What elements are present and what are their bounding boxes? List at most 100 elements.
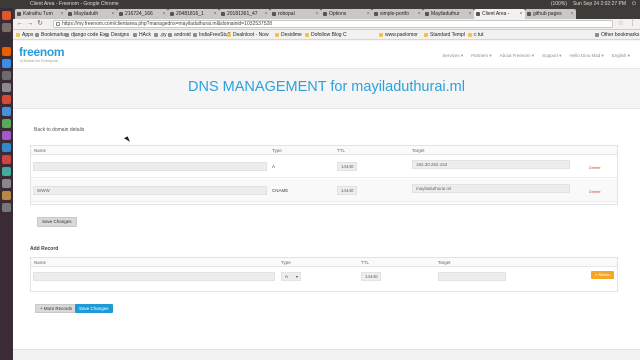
- browser-tab[interactable]: Client Area - ×: [474, 9, 525, 19]
- bookmark-item[interactable]: HAck: [133, 30, 151, 40]
- close-icon[interactable]: ×: [163, 9, 166, 19]
- bookmark-item[interactable]: django code Ex: [65, 30, 105, 40]
- close-icon[interactable]: ×: [469, 9, 472, 19]
- browser-tab[interactable]: github pages ×: [525, 9, 576, 19]
- favicon-icon: [425, 12, 429, 16]
- bookmark-item[interactable]: c tut: [468, 30, 483, 40]
- more-records-button[interactable]: + More Records: [35, 304, 78, 313]
- tab-label: 20181361_47: [227, 11, 258, 17]
- browser-tab[interactable]: 20481816_1 ×: [168, 9, 219, 19]
- bookmark-item[interactable]: .py: [154, 30, 167, 40]
- close-icon[interactable]: ×: [112, 9, 115, 19]
- bookmark-label: Bookmarks: [41, 32, 67, 38]
- bookmark-item[interactable]: Designs: [105, 30, 129, 40]
- new-record-target-field[interactable]: [438, 272, 506, 281]
- app-icon[interactable]: [2, 107, 11, 116]
- bookmark-icon: [16, 33, 20, 37]
- browser-tab[interactable]: Mayiladuth ×: [66, 9, 117, 19]
- record-target-field[interactable]: 192.30.252.153: [412, 160, 570, 169]
- bookmark-item[interactable]: Other bookmarks: [595, 30, 639, 40]
- bookmark-star-icon[interactable]: ☆: [618, 20, 624, 28]
- bookmark-icon: [424, 33, 428, 37]
- back-to-domain-link[interactable]: Back to domain details: [34, 127, 84, 133]
- bookmark-item[interactable]: Dealnloot - Now: [227, 30, 269, 40]
- bookmark-icon: [305, 33, 309, 37]
- save-changes-button[interactable]: Save Changes: [37, 217, 77, 227]
- new-record-name-field[interactable]: [33, 272, 275, 281]
- clock-indicator[interactable]: Sun Sep 24 2:02:27 PM: [573, 0, 626, 8]
- close-icon[interactable]: ×: [61, 9, 64, 19]
- editor-icon[interactable]: [2, 71, 11, 80]
- bookmark-item[interactable]: Bookmarks: [35, 30, 66, 40]
- nav-item[interactable]: Hello Dinu Mad ▾: [569, 53, 603, 59]
- nav-item[interactable]: About Freenom ▾: [500, 53, 535, 59]
- chrome-menu-icon[interactable]: ⋮: [629, 20, 636, 28]
- files-icon[interactable]: [2, 23, 11, 32]
- app-icon[interactable]: [2, 179, 11, 188]
- new-record-ttl-field[interactable]: 14440: [361, 272, 381, 281]
- bookmark-item[interactable]: www.paolomor: [379, 30, 418, 40]
- app-icon[interactable]: [2, 167, 11, 176]
- nav-item[interactable]: Partners ▾: [471, 53, 492, 59]
- nav-item[interactable]: Support ▾: [542, 53, 561, 59]
- close-icon[interactable]: ×: [316, 9, 319, 19]
- app-icon[interactable]: [2, 143, 11, 152]
- delete-link[interactable]: Delete: [589, 165, 601, 170]
- chrome-icon[interactable]: [2, 59, 11, 68]
- bookmark-item[interactable]: Dofollow Blog C: [305, 30, 347, 40]
- back-arrow-icon[interactable]: ←: [16, 20, 24, 28]
- freenom-logo[interactable]: freenom: [19, 45, 65, 59]
- browser-tab[interactable]: robopal ×: [270, 9, 321, 19]
- record-target-field[interactable]: mayiladuthurai.ml: [412, 184, 570, 193]
- address-bar[interactable]: https://my.freenom.com/clientarea.php?ma…: [53, 20, 613, 28]
- software-icon[interactable]: [2, 95, 11, 104]
- browser-tab[interactable]: Options ×: [321, 9, 372, 19]
- browser-tab[interactable]: 20181361_47 ×: [219, 9, 270, 19]
- close-icon[interactable]: ×: [571, 9, 574, 19]
- return-button[interactable]: × Return: [591, 271, 615, 279]
- folder-icon: [35, 33, 39, 37]
- app-icon[interactable]: [2, 155, 11, 164]
- bookmark-item[interactable]: Apps: [16, 30, 33, 40]
- trash-icon[interactable]: [2, 203, 11, 212]
- favicon-icon: [119, 12, 123, 16]
- battery-indicator[interactable]: (100%): [551, 0, 567, 8]
- bookmark-label: c tut: [474, 32, 484, 38]
- close-icon[interactable]: ×: [214, 9, 217, 19]
- favicon-icon: [272, 12, 276, 16]
- terminal-icon[interactable]: [2, 35, 11, 44]
- delete-link[interactable]: Delete: [589, 189, 601, 194]
- power-icon[interactable]: ⏻: [632, 0, 636, 8]
- reload-icon[interactable]: ↻: [36, 20, 44, 28]
- ubuntu-dash-icon[interactable]: [2, 11, 11, 20]
- firefox-icon[interactable]: [2, 47, 11, 56]
- app-icon[interactable]: [2, 131, 11, 140]
- record-ttl-field[interactable]: 14440: [337, 162, 357, 171]
- settings-icon[interactable]: [2, 83, 11, 92]
- bookmark-item[interactable]: android: [168, 30, 191, 40]
- forward-arrow-icon[interactable]: →: [26, 20, 34, 28]
- bookmark-item[interactable]: Standard Templ: [424, 30, 465, 40]
- close-icon[interactable]: ×: [418, 9, 421, 19]
- bookmark-item[interactable]: IndiaFreeStuff: [193, 30, 230, 40]
- close-icon[interactable]: ×: [265, 9, 268, 19]
- browser-tab[interactable]: Kalrathu Tum ×: [15, 9, 66, 19]
- nav-item[interactable]: English ▾: [612, 53, 630, 59]
- record-name-field[interactable]: WWW: [33, 186, 267, 195]
- tab-label: robopal: [278, 11, 295, 17]
- close-icon[interactable]: ×: [520, 9, 523, 19]
- new-record-type-select[interactable]: A ▾: [281, 272, 301, 281]
- col-name: Name: [34, 260, 47, 265]
- nav-item[interactable]: Services ▾: [442, 53, 463, 59]
- app-icon[interactable]: [2, 119, 11, 128]
- browser-tab[interactable]: Mayiladuthur ×: [423, 9, 474, 19]
- browser-tab[interactable]: 216724_166 ×: [117, 9, 168, 19]
- favicon-icon: [17, 12, 21, 16]
- close-icon[interactable]: ×: [367, 9, 370, 19]
- app-icon[interactable]: [2, 191, 11, 200]
- record-name-field[interactable]: [33, 162, 267, 171]
- save-changes-button[interactable]: Save Changes: [75, 304, 113, 313]
- browser-tab[interactable]: simple-portfo ×: [372, 9, 423, 19]
- bookmark-item[interactable]: Desidime: [275, 30, 302, 40]
- record-ttl-field[interactable]: 14440: [337, 186, 357, 195]
